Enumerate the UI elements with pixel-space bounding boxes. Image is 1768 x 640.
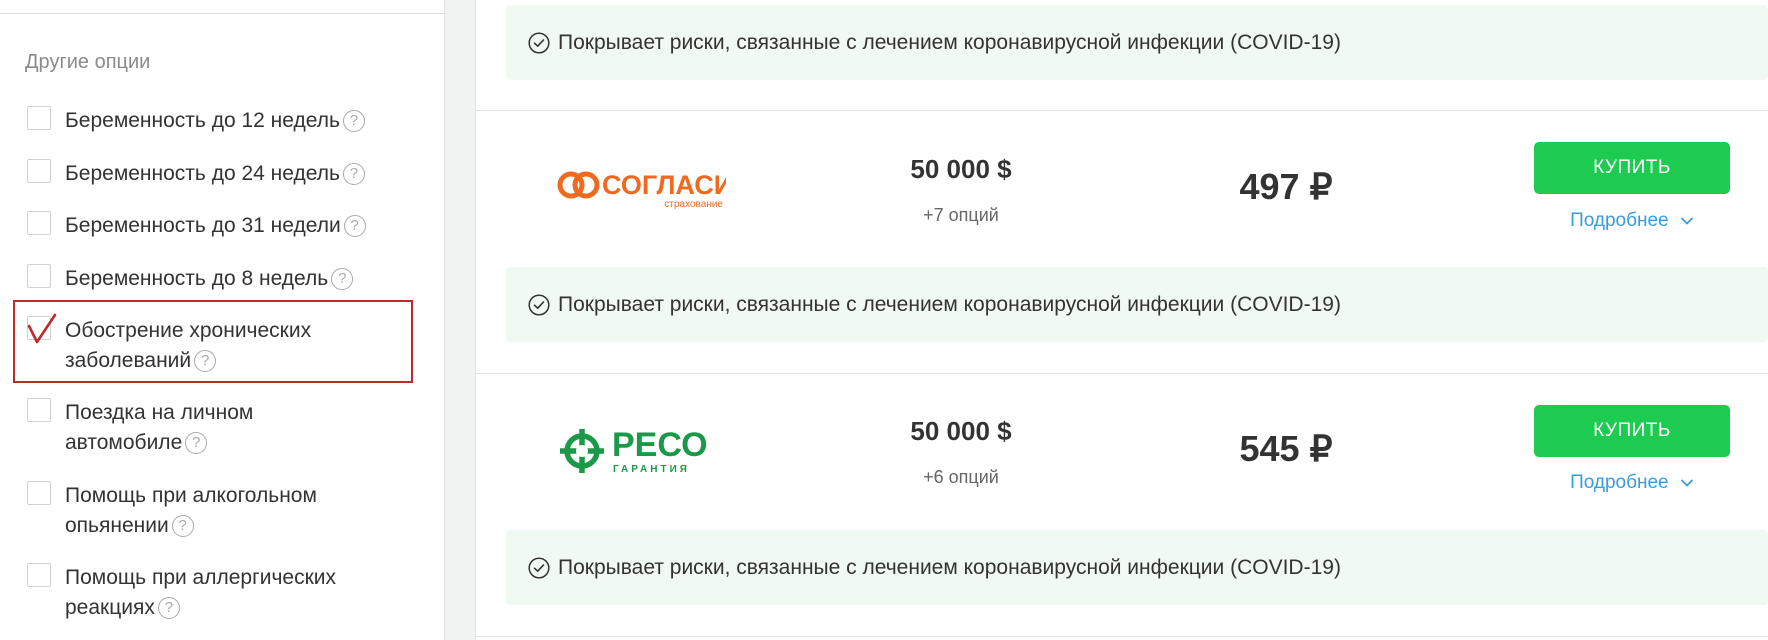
section-title-other-options: Другие опции xyxy=(25,51,151,73)
option-label-line1: Поездка на личном xyxy=(65,401,254,424)
card-divider xyxy=(476,373,1768,374)
question-circle-icon[interactable]: ? xyxy=(171,515,194,538)
question-circle-icon[interactable]: ? xyxy=(343,215,366,238)
soglasie-logo-name: СОГЛАСИЕ xyxy=(602,170,726,200)
coverage-amount: 50 000 $ xyxy=(910,154,1012,184)
price: 545 ₽ xyxy=(1239,428,1333,469)
covid-note-text: Покрывает риски, связанные с лечением ко… xyxy=(558,31,1341,54)
checkbox[interactable] xyxy=(27,563,51,587)
covid-coverage-note: Покрывает риски, связанные с лечением ко… xyxy=(506,267,1768,342)
checkbox[interactable] xyxy=(27,264,51,288)
coverage-amount: 50 000 $ xyxy=(910,416,1012,446)
sidebar-divider xyxy=(0,13,444,14)
check-circle-icon xyxy=(528,32,550,54)
checkbox[interactable] xyxy=(27,106,51,130)
details-link[interactable]: Подробнее xyxy=(1534,210,1730,232)
option-label-line2: автомобиле xyxy=(65,431,183,454)
results-list: Покрывает риски, связанные с лечением ко… xyxy=(476,0,1768,640)
option-label-line2: опьянении xyxy=(65,514,169,537)
soglasie-logo: СОГЛАСИЕ страхование xyxy=(557,170,726,210)
covid-coverage-note: Покрывает риски, связанные с лечением ко… xyxy=(506,530,1768,605)
option-label-line1: Обострение хронических xyxy=(65,319,312,342)
options-count: +6 опций xyxy=(923,467,999,487)
check-circle-icon xyxy=(528,294,550,316)
panel-gutter xyxy=(444,0,476,640)
chevron-down-icon xyxy=(1681,217,1693,225)
details-link-label: Подробнее xyxy=(1570,472,1669,493)
details-link-label: Подробнее xyxy=(1570,210,1669,231)
covid-note-text: Покрывает риски, связанные с лечением ко… xyxy=(558,556,1341,579)
question-circle-icon[interactable]: ? xyxy=(194,350,217,373)
covid-note-text: Покрывает риски, связанные с лечением ко… xyxy=(558,293,1341,316)
question-circle-icon[interactable]: ? xyxy=(342,163,365,186)
option-label: Беременность до 8 недель xyxy=(65,267,329,290)
red-checkmark-icon xyxy=(27,313,57,344)
reso-logo-name: РЕСО xyxy=(612,426,708,464)
question-circle-icon[interactable]: ? xyxy=(185,432,208,455)
covid-coverage-note: Покрывает риски, связанные с лечением ко… xyxy=(506,5,1768,80)
buy-button[interactable]: КУПИТЬ xyxy=(1534,405,1730,457)
reso-logo: РЕСО ГАРАНТИЯ xyxy=(560,426,708,475)
card-divider xyxy=(476,636,1768,637)
filters-sidebar: Другие опции Беременность до 12 недель? … xyxy=(0,0,444,640)
buy-button[interactable]: КУПИТЬ xyxy=(1534,142,1730,194)
question-circle-icon[interactable]: ? xyxy=(331,268,354,291)
option-label: Беременность до 12 недель xyxy=(65,109,340,132)
chevron-down-icon xyxy=(1681,479,1693,487)
checkbox[interactable] xyxy=(27,159,51,183)
option-label-line1: Помощь при аллергических xyxy=(65,566,337,589)
details-link[interactable]: Подробнее xyxy=(1534,472,1730,494)
checkbox[interactable] xyxy=(27,398,51,422)
option-label: Беременность до 31 недели xyxy=(65,214,341,237)
checkbox[interactable] xyxy=(27,211,51,235)
option-label-line2: реакциях xyxy=(65,596,155,619)
option-label-line2: заболеваний xyxy=(65,349,192,372)
card-divider xyxy=(476,110,1768,111)
checkbox[interactable] xyxy=(27,481,51,505)
price: 497 ₽ xyxy=(1239,166,1333,207)
question-circle-icon[interactable]: ? xyxy=(342,110,365,133)
reso-logo-tagline: ГАРАНТИЯ xyxy=(613,464,690,475)
question-circle-icon[interactable]: ? xyxy=(157,597,180,620)
soglasie-logo-tagline: страхование xyxy=(664,199,723,210)
option-label-line1: Помощь при алкогольном xyxy=(65,484,317,507)
options-count: +7 опций xyxy=(923,205,999,225)
option-label: Беременность до 24 недель xyxy=(65,162,340,185)
check-circle-icon xyxy=(528,557,550,579)
